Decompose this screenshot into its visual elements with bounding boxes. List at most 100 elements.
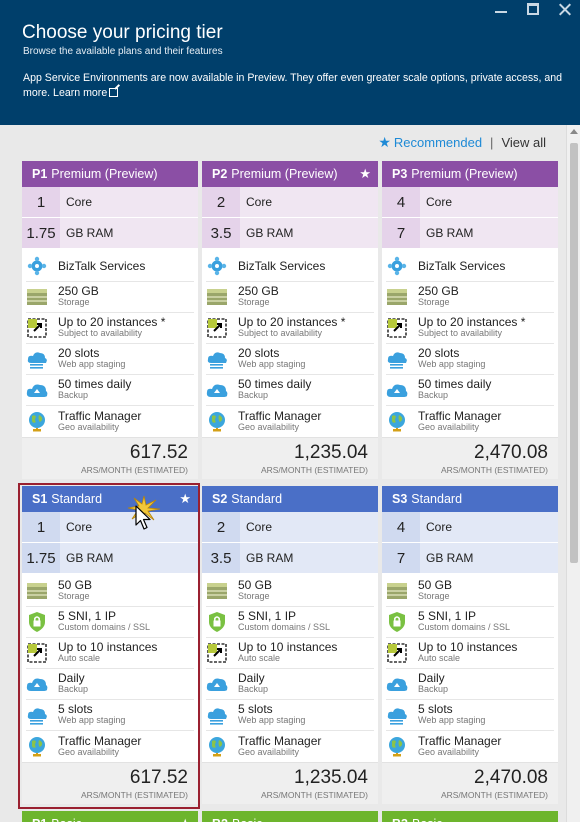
pricing-card-s1[interactable]: S1 Standard ★ 1 Core 1.75 GB RAM 50 GB Storage 5 …	[22, 486, 198, 804]
ram-value: 1.75	[22, 543, 60, 573]
feature-text: BizTalk Services	[418, 260, 505, 272]
pricing-card-s2[interactable]: S2 Standard 2 Core 3.5 GB RAM 50 GB Storage 5 SN…	[202, 486, 378, 804]
feature-subtitle: Backup	[418, 390, 449, 400]
scroll-thumb[interactable]	[570, 143, 578, 563]
ram-value: 7	[382, 543, 420, 573]
feature-item: 50 times daily Backup	[386, 375, 554, 406]
feature-title: Traffic Manager	[418, 408, 502, 423]
globe-icon	[206, 736, 228, 758]
pricing-card-p1[interactable]: P1 Premium (Preview) 1 Core 1.75 GB RAM BizTal…	[22, 161, 198, 479]
card-header[interactable]: B2 Basic	[202, 811, 378, 822]
ram-row: 1.75 GB RAM	[22, 543, 198, 574]
feature-item: Traffic Manager Geo availability	[26, 406, 194, 437]
pricing-card-partial-b3[interactable]: B3 Basic	[382, 811, 558, 822]
feature-title: 5 SNI, 1 IP	[418, 609, 477, 623]
cores-value: 4	[382, 187, 420, 217]
ram-label: GB RAM	[246, 226, 294, 240]
pricing-card-p2[interactable]: P2 Premium (Preview) ★ 2 Core 3.5 GB RAM BizTal…	[202, 161, 378, 479]
tier-name: Standard	[51, 492, 103, 506]
feature-item: 250 GB Storage	[26, 282, 194, 313]
feature-item: Traffic Manager Geo availability	[206, 731, 374, 762]
recommended-star-icon: ★	[179, 816, 191, 822]
price-box: 2,470.08 ARS/MONTH (ESTIMATED)	[382, 437, 558, 479]
minimize-icon[interactable]	[492, 2, 510, 16]
toolbar-separator: |	[490, 135, 494, 150]
slots-icon	[26, 348, 48, 370]
feature-list: BizTalk Services 250 GB Storage Up to 20 in…	[382, 249, 558, 437]
tier-code: S1	[32, 492, 48, 506]
feature-item: BizTalk Services	[386, 251, 554, 282]
recommended-filter[interactable]: ★ Recommended	[378, 134, 482, 151]
backup-icon	[26, 673, 48, 695]
feature-title: Up to 10 instances	[58, 640, 158, 654]
card-header[interactable]: P1 Premium (Preview)	[22, 161, 198, 187]
cores-row: 2 Core	[202, 512, 378, 543]
card-header[interactable]: P1 Basic ★	[22, 811, 198, 822]
feature-title: 5 slots	[238, 702, 273, 716]
backup-icon	[386, 379, 408, 401]
maximize-icon[interactable]	[524, 2, 542, 16]
backup-icon	[26, 379, 48, 401]
cores-value: 1	[22, 187, 60, 217]
ram-value: 3.5	[202, 543, 240, 573]
ram-value: 7	[382, 218, 420, 248]
pricing-card-partial-p1[interactable]: P1 Basic ★	[22, 811, 198, 822]
card-header[interactable]: P2 Premium (Preview) ★	[202, 161, 378, 187]
biztalk-icon	[26, 255, 48, 277]
preview-notice: App Service Environments are now availab…	[23, 71, 568, 101]
feature-title: Daily	[418, 671, 445, 685]
feature-title: 50 GB	[58, 578, 93, 592]
feature-subtitle: Custom domains / SSL	[238, 622, 331, 632]
feature-item: 5 slots Web app staging	[206, 700, 374, 731]
learn-more-label: Learn more	[53, 87, 108, 99]
tier-code: S2	[212, 492, 228, 506]
card-header[interactable]: B3 Basic	[382, 811, 558, 822]
feature-item: 20 slots Web app staging	[206, 344, 374, 375]
pricing-card-s3[interactable]: S3 Standard 4 Core 7 GB RAM 50 GB Storage 5 SNI,…	[382, 486, 558, 804]
ram-row: 1.75 GB RAM	[22, 218, 198, 249]
feature-subtitle: Backup	[238, 390, 269, 400]
feature-list: BizTalk Services 250 GB Storage Up to 20 in…	[22, 249, 198, 437]
feature-subtitle: Backup	[418, 684, 449, 694]
view-toolbar: ★ Recommended | View all	[378, 134, 546, 151]
feature-title: 50 GB	[238, 578, 273, 592]
scale-icon	[206, 317, 228, 339]
feature-text: 20 slots Web app staging	[58, 347, 125, 370]
learn-more-link[interactable]: Learn more	[53, 87, 119, 99]
feature-title: 250 GB	[58, 284, 99, 298]
feature-subtitle: Custom domains / SSL	[58, 622, 151, 632]
feature-item: Up to 10 instances Auto scale	[206, 638, 374, 669]
pricing-card-p3[interactable]: P3 Premium (Preview) 4 Core 7 GB RAM BizTalk S…	[382, 161, 558, 479]
window-controls	[492, 2, 574, 16]
feature-text: Up to 20 instances * Subject to availabil…	[418, 316, 525, 339]
tier-code: B2	[212, 817, 228, 822]
ram-row: 3.5 GB RAM	[202, 543, 378, 574]
feature-title: 250 GB	[418, 284, 459, 298]
storage-icon	[26, 286, 48, 308]
card-header[interactable]: P3 Premium (Preview)	[382, 161, 558, 187]
cores-row: 4 Core	[382, 512, 558, 543]
feature-item: Up to 20 instances * Subject to availabil…	[386, 313, 554, 344]
close-icon[interactable]	[556, 2, 574, 16]
feature-subtitle: Storage	[418, 297, 450, 307]
feature-text: BizTalk Services	[58, 260, 145, 272]
price-caption: ARS/MONTH (ESTIMATED)	[440, 790, 548, 800]
pricing-card-partial-b2[interactable]: B2 Basic	[202, 811, 378, 822]
card-header[interactable]: S1 Standard ★	[22, 486, 198, 512]
star-icon: ★	[378, 134, 391, 150]
feature-list: 50 GB Storage 5 SNI, 1 IP Custom domains / …	[382, 574, 558, 762]
view-all-link[interactable]: View all	[501, 135, 546, 150]
feature-subtitle: Storage	[58, 297, 90, 307]
cores-label: Core	[246, 195, 273, 209]
feature-item: Traffic Manager Geo availability	[206, 406, 374, 437]
feature-item: 250 GB Storage	[206, 282, 374, 313]
card-header[interactable]: S2 Standard	[202, 486, 378, 512]
feature-title: 5 SNI, 1 IP	[238, 609, 297, 623]
card-header[interactable]: S3 Standard	[382, 486, 558, 512]
feature-subtitle: Backup	[58, 684, 89, 694]
vertical-scrollbar[interactable]	[566, 125, 580, 822]
tier-name: Premium (Preview)	[231, 167, 338, 181]
storage-icon	[26, 580, 48, 602]
scroll-up-icon[interactable]	[570, 129, 578, 134]
price-caption: ARS/MONTH (ESTIMATED)	[440, 465, 548, 475]
